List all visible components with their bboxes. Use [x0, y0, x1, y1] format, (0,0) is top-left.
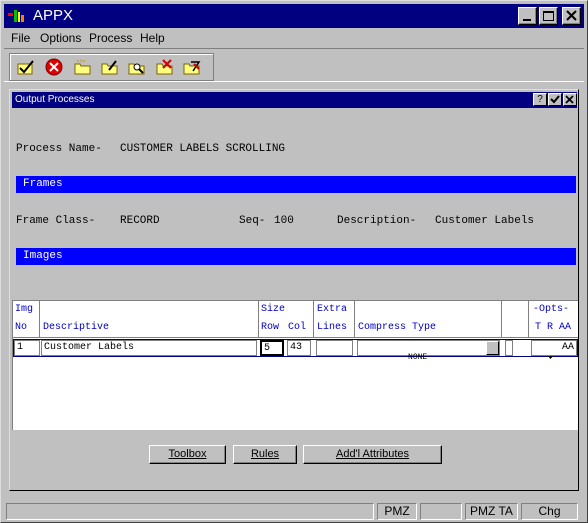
row-no-cell[interactable]: 1	[14, 340, 40, 356]
header-no: No	[15, 322, 28, 333]
toolbox-button[interactable]: Toolbox	[149, 445, 226, 464]
minimize-button[interactable]	[518, 7, 537, 25]
header-divider	[13, 337, 578, 338]
description-value: Customer Labels	[435, 215, 535, 227]
open-folder-icon[interactable]	[73, 58, 93, 76]
status-message	[6, 503, 374, 520]
header-descriptive: Descriptive	[43, 322, 110, 333]
close-button[interactable]	[562, 7, 581, 25]
child-close-button[interactable]	[563, 93, 577, 106]
dropdown-button[interactable]	[486, 341, 554, 359]
addl-attributes-button-label: Add'l Attributes	[335, 448, 410, 460]
main-window: APPX File Options Process Help Output Pr…	[0, 0, 588, 523]
frames-section-bar: Frames	[16, 176, 576, 193]
close-icon	[565, 95, 574, 104]
rules-button-label: Rules	[250, 448, 280, 460]
header-lines: Lines	[317, 322, 348, 333]
search-folder-icon[interactable]	[127, 58, 147, 76]
header-size: Size	[261, 304, 286, 315]
header-col: Col	[288, 322, 307, 333]
col-divider	[313, 301, 314, 337]
close-icon	[566, 10, 577, 21]
process-name-value: CUSTOMER LABELS SCROLLING	[120, 143, 286, 155]
menu-options[interactable]: Options	[40, 31, 81, 45]
compress-type-value: NONE	[408, 353, 428, 362]
frame-class-value: RECORD	[120, 215, 160, 227]
status-pmz: PMZ	[377, 503, 417, 520]
delete-folder-icon[interactable]	[155, 58, 175, 76]
maximize-button[interactable]	[539, 7, 558, 25]
appx-logo-icon	[8, 10, 24, 22]
header-r: R	[547, 322, 554, 333]
images-section-bar: Images	[16, 248, 576, 265]
app-title: APPX	[33, 7, 74, 24]
frame-class-label: Frame Class-	[16, 215, 96, 227]
header-row: Row	[261, 322, 280, 333]
ok-button[interactable]	[548, 93, 562, 106]
compress-type-select[interactable]: NONE	[357, 340, 554, 362]
row-flag-cell[interactable]	[505, 340, 513, 356]
row-extra-lines-cell[interactable]	[316, 340, 353, 356]
title-bar: APPX	[4, 4, 584, 28]
maximize-icon	[543, 11, 554, 21]
row-opts-cell[interactable]: AA	[531, 340, 577, 356]
status-blank	[420, 503, 462, 520]
toolbox-button-label: Toolbox	[168, 448, 207, 460]
checkmark-icon	[550, 95, 560, 104]
output-processes-window: Output Processes ? Process Name- CUSTOME…	[9, 89, 579, 491]
minimize-icon	[523, 19, 531, 21]
col-divider	[258, 301, 259, 337]
edit-folder-icon[interactable]	[100, 58, 120, 76]
header-t: T	[535, 322, 542, 333]
menu-help[interactable]: Help	[140, 31, 165, 45]
menu-process[interactable]: Process	[89, 31, 132, 45]
toolbar	[4, 48, 584, 82]
header-img: Img	[15, 304, 34, 315]
status-pmz-ta: PMZ TA	[465, 503, 518, 520]
cancel-icon[interactable]	[44, 58, 64, 76]
menu-bar: File Options Process Help	[4, 29, 584, 47]
menu-file[interactable]: File	[11, 31, 30, 45]
col-divider	[501, 301, 502, 337]
header-opts: -Opts-	[533, 304, 570, 315]
help-button[interactable]: ?	[533, 93, 547, 106]
images-table: Img No Descriptive Size Row Col Extra Li…	[12, 300, 578, 430]
header-extra: Extra	[317, 304, 348, 315]
status-mode: Chg	[521, 503, 578, 520]
col-divider	[354, 301, 355, 337]
row-size-row-cell[interactable]: 5	[260, 340, 284, 356]
seq-value: 100	[274, 215, 294, 227]
row-size-col-cell[interactable]: 43	[287, 340, 311, 356]
rules-button[interactable]: Rules	[233, 445, 297, 464]
check-folder-icon[interactable]	[16, 58, 36, 76]
seq-label: Seq-	[239, 215, 266, 227]
toolbar-group	[9, 53, 214, 81]
header-aa: AA	[559, 322, 572, 333]
child-window-title: Output Processes	[15, 94, 95, 105]
col-divider	[39, 301, 40, 337]
header-compress-type: Compress Type	[358, 322, 437, 333]
child-title-bar: Output Processes ?	[12, 92, 577, 108]
table-row: 1 Customer Labels 5 43 NONE AA	[13, 339, 578, 362]
addl-attributes-button[interactable]: Add'l Attributes	[303, 445, 442, 464]
process-name-label: Process Name-	[16, 143, 102, 155]
status-bar: PMZ PMZ TA Chg	[4, 501, 584, 521]
col-divider	[528, 301, 529, 337]
row-descriptive-cell[interactable]: Customer Labels	[41, 340, 257, 356]
run-folder-icon[interactable]	[182, 58, 202, 76]
description-label: Description-	[337, 215, 417, 227]
